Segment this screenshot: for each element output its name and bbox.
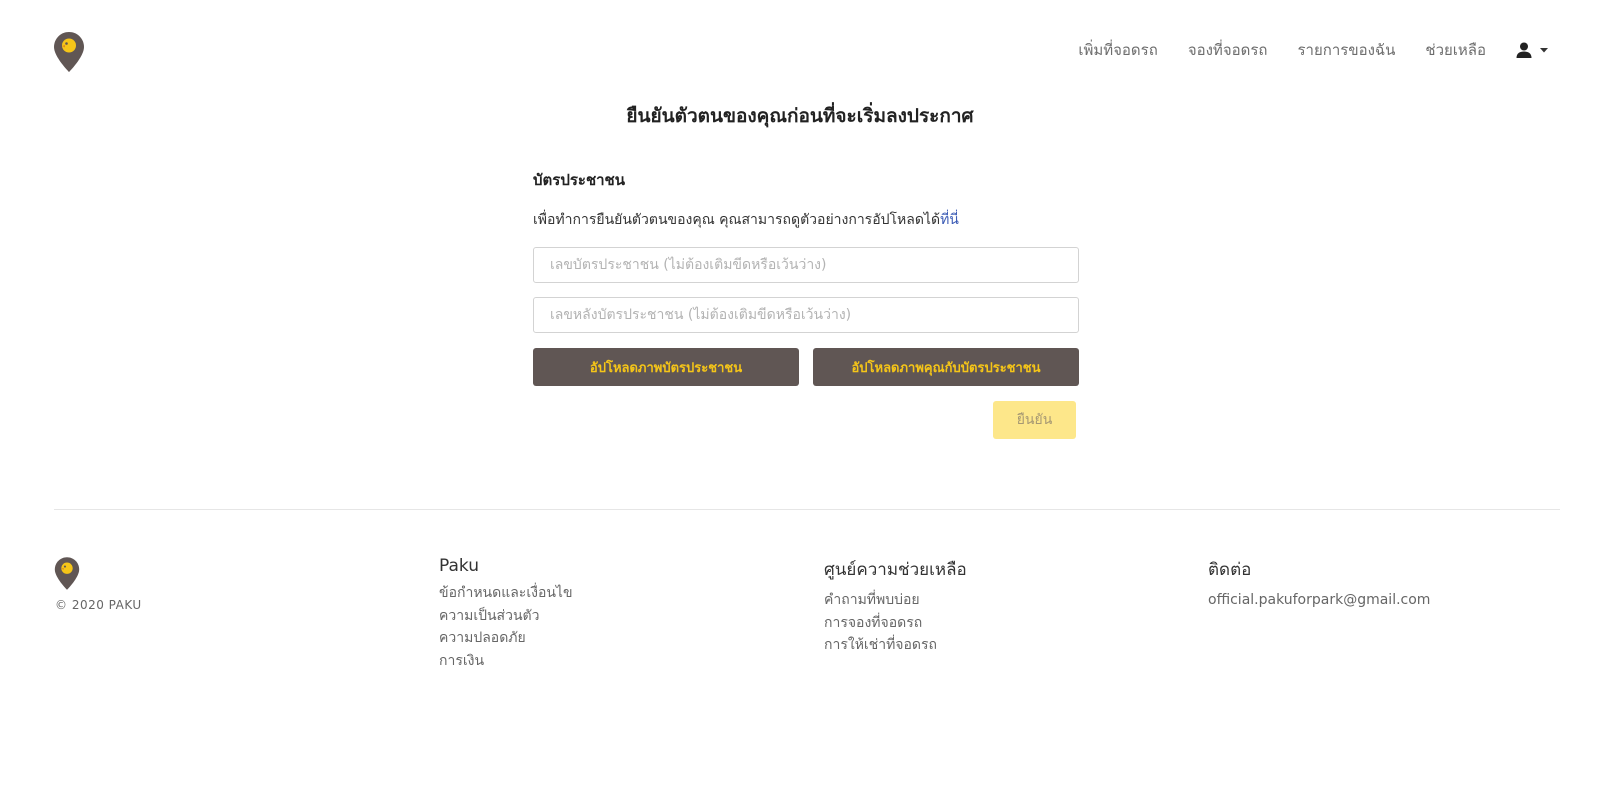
confirm-button[interactable]: ยืนยัน — [993, 401, 1076, 439]
help-text: เพื่อทำการยืนยันตัวตนของคุณ คุณสามารถดูต… — [533, 212, 941, 228]
footer-column-help-center: ศูนย์ความช่วยเหลือ คำถามที่พบบ่อย การจอง… — [824, 556, 967, 657]
logo-icon[interactable] — [53, 31, 85, 73]
user-menu-button[interactable] — [1516, 42, 1550, 58]
footer-column-title: ศูนย์ความช่วยเหลือ — [824, 560, 967, 580]
id-number-input[interactable] — [533, 247, 1079, 283]
footer-link-terms[interactable]: ข้อกำหนดและเงื่อนไข — [439, 582, 573, 605]
header: เพิ่มที่จอดรถ จองที่จอดรถ รายการของฉัน ช… — [0, 0, 1600, 100]
footer-link-privacy[interactable]: ความเป็นส่วนตัว — [439, 605, 573, 628]
caret-down-icon — [1540, 48, 1548, 53]
footer-column-paku: Paku ข้อกำหนดและเงื่อนไข ความเป็นส่วนตัว… — [439, 556, 573, 672]
upload-id-card-button[interactable]: อัปโหลดภาพบัตรประชาชน — [533, 348, 799, 386]
main-nav: เพิ่มที่จอดรถ จองที่จอดรถ รายการของฉัน ช… — [1048, 38, 1550, 62]
footer-link-safety[interactable]: ความปลอดภัย — [439, 627, 573, 650]
footer-logo-icon — [54, 557, 80, 590]
verification-form: บัตรประชาชน เพื่อทำการยืนยันตัวตนของคุณ … — [533, 168, 1079, 439]
footer-column-contact: ติดต่อ official.pakuforpark@gmail.com — [1208, 556, 1430, 612]
footer-link-email[interactable]: official.pakuforpark@gmail.com — [1208, 589, 1430, 612]
confirm-row: ยืนยัน — [533, 401, 1079, 439]
footer-link-faq[interactable]: คำถามที่พบบ่อย — [824, 589, 967, 612]
nav-my-list[interactable]: รายการของฉัน — [1298, 38, 1396, 62]
footer-link-finance[interactable]: การเงิน — [439, 650, 573, 673]
user-icon — [1516, 42, 1532, 58]
nav-add-parking[interactable]: เพิ่มที่จอดรถ — [1078, 38, 1157, 62]
footer-column-title: ติดต่อ — [1208, 560, 1252, 580]
footer-link-booking[interactable]: การจองที่จอดรถ — [824, 612, 967, 635]
footer-divider — [54, 509, 1560, 510]
help-link[interactable]: ที่นี่ — [940, 212, 959, 228]
copyright: © 2020 PAKU — [55, 598, 142, 612]
help-text-row: เพื่อทำการยืนยันตัวตนของคุณ คุณสามารถดูต… — [533, 209, 1079, 231]
upload-row: อัปโหลดภาพบัตรประชาชน อัปโหลดภาพคุณกับบั… — [533, 348, 1079, 386]
nav-help[interactable]: ช่วยเหลือ — [1425, 38, 1486, 62]
footer-link-renting[interactable]: การให้เช่าที่จอดรถ — [824, 634, 967, 657]
footer-column-title: Paku — [439, 556, 480, 576]
upload-selfie-with-card-button[interactable]: อัปโหลดภาพคุณกับบัตรประชาชน — [813, 348, 1079, 386]
page-title: ยืนยันตัวตนของคุณก่อนที่จะเริ่มลงประกาศ — [626, 105, 974, 127]
section-label: บัตรประชาชน — [533, 171, 625, 189]
back-number-input[interactable] — [533, 297, 1079, 333]
nav-book-parking[interactable]: จองที่จอดรถ — [1188, 38, 1268, 62]
